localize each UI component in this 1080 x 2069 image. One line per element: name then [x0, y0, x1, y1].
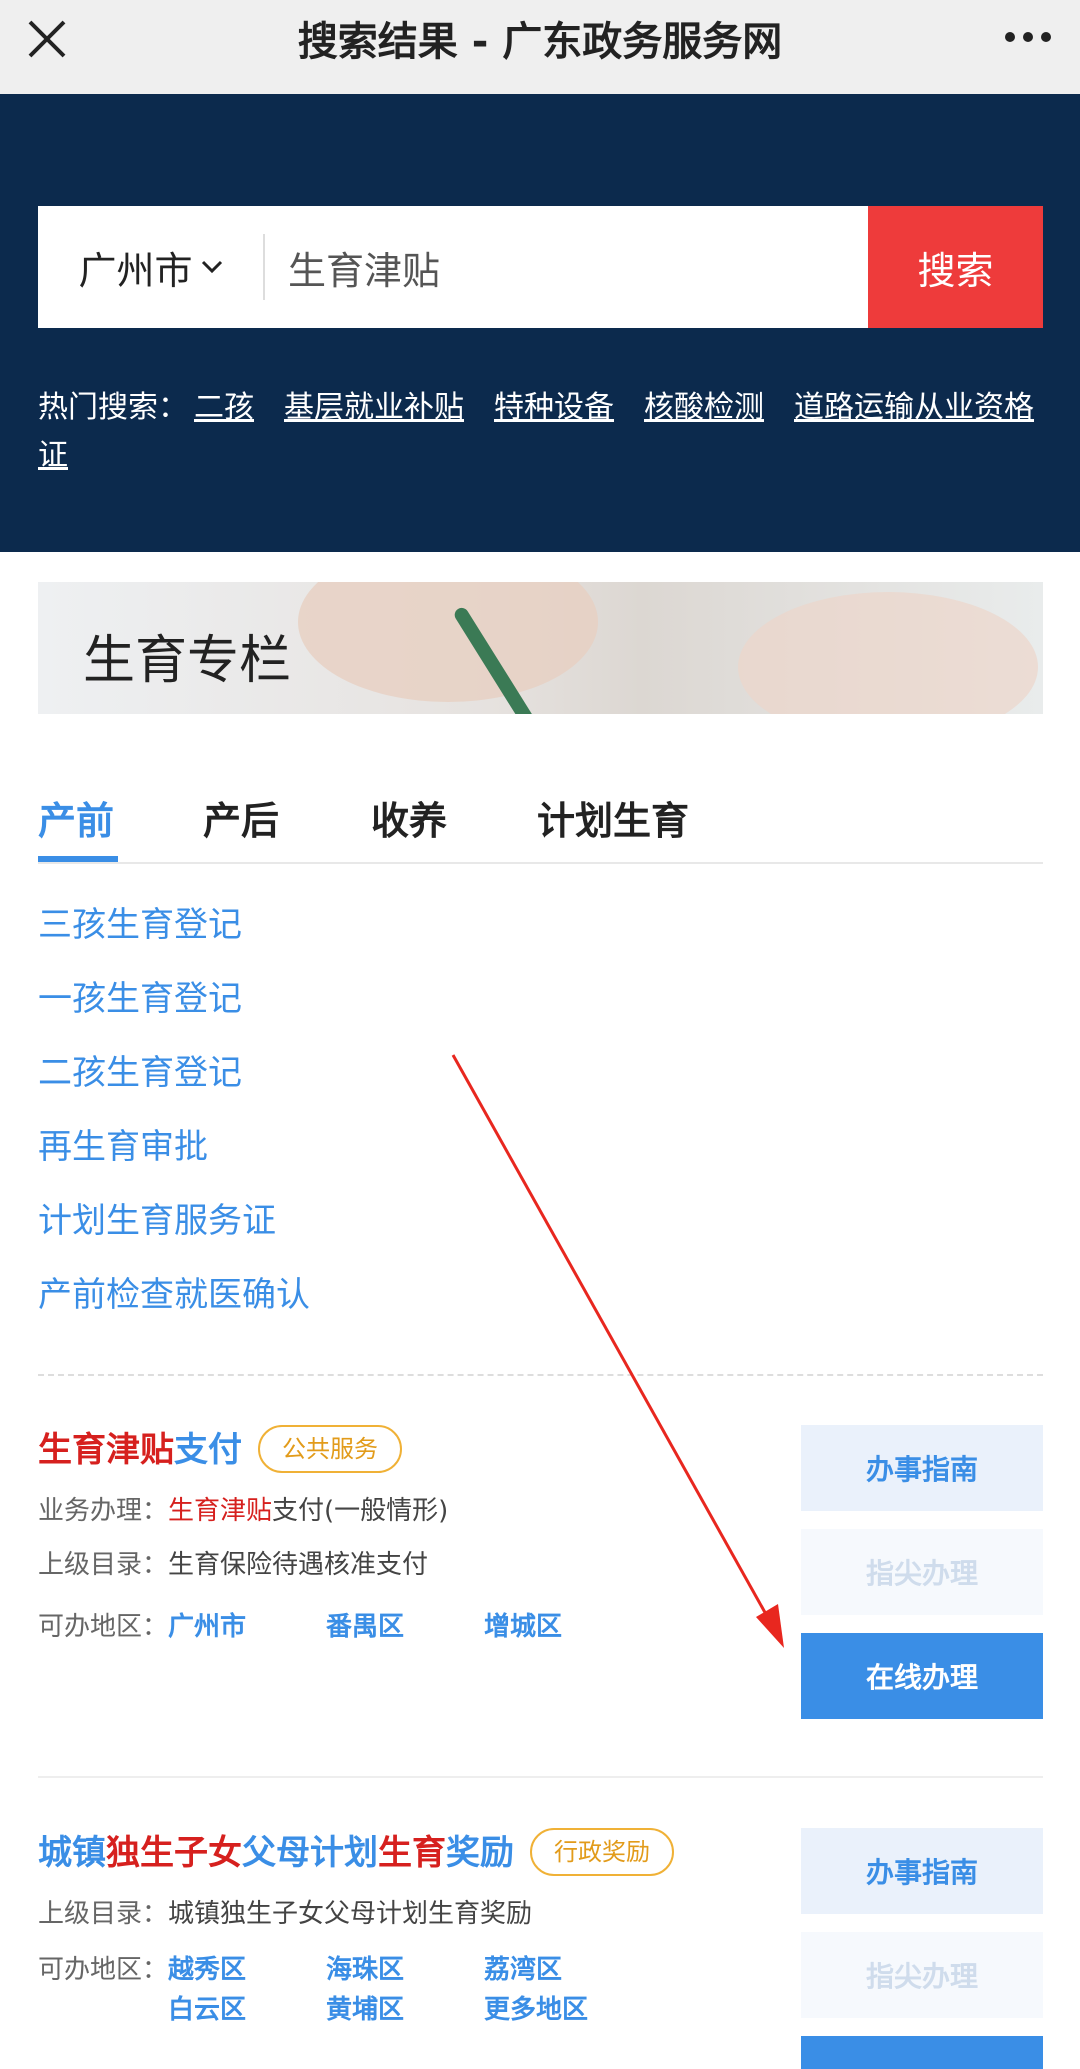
card-actions: 办事指南 指尖办理: [801, 1828, 1043, 2069]
category-badge: 行政奖励: [530, 1828, 674, 1876]
service-link[interactable]: 三孩生育登记: [38, 900, 310, 974]
more-areas-link[interactable]: 更多地区: [484, 1990, 642, 2030]
hot-search-link[interactable]: 基层就业补贴: [284, 390, 464, 425]
tab-bar: 产前 产后 收养 计划生育: [38, 790, 1043, 864]
area-link[interactable]: 增城区: [484, 1607, 642, 1647]
dashed-divider: [38, 1374, 1043, 1376]
guide-button[interactable]: 办事指南: [801, 1828, 1043, 1914]
service-link[interactable]: 计划生育服务证: [38, 1196, 310, 1270]
area-link[interactable]: 海珠区: [326, 1950, 484, 1990]
tab-adoption[interactable]: 收养: [371, 790, 447, 845]
banner-title: 生育专栏: [83, 631, 292, 691]
hot-search-link[interactable]: 二孩: [194, 390, 254, 425]
city-select[interactable]: 广州市: [38, 206, 263, 328]
chevron-down-icon: [201, 260, 222, 274]
more-icon[interactable]: [1002, 22, 1054, 52]
area-link[interactable]: 荔湾区: [484, 1950, 642, 1990]
tab-postnatal[interactable]: 产后: [203, 790, 279, 845]
search-input[interactable]: [288, 206, 888, 328]
online-handle-button[interactable]: 在线办理: [801, 1633, 1043, 1719]
hot-search-link[interactable]: 核酸检测: [644, 390, 764, 425]
city-label: 广州市: [78, 248, 193, 293]
tab-family-planning[interactable]: 计划生育: [537, 790, 689, 845]
area-link[interactable]: 越秀区: [168, 1950, 326, 1990]
service-link[interactable]: 一孩生育登记: [38, 974, 310, 1048]
banner-image: [738, 592, 1038, 714]
card-actions: 办事指南 指尖办理 在线办理: [801, 1425, 1043, 1737]
service-link[interactable]: 再生育审批: [38, 1122, 310, 1196]
mobile-handle-button[interactable]: 指尖办理: [801, 1932, 1043, 2018]
tab-indicator: [38, 856, 118, 862]
service-card: 城镇独生子女父母计划生育奖励 行政奖励 上级目录：城镇独生子女父母计划生育奖励 可…: [38, 1828, 1043, 2069]
search-hero: 广州市 搜索 热门搜索：二孩基层就业补贴特种设备核酸检测道路运输从业资格证: [0, 94, 1080, 552]
hot-search-label: 热门搜索：: [38, 390, 188, 425]
top-bar: 搜索结果 - 广东政务服务网: [0, 0, 1080, 94]
area-link[interactable]: 番禺区: [326, 1607, 484, 1647]
search-button[interactable]: 搜索: [868, 206, 1043, 328]
divider: [38, 1776, 1043, 1778]
banner-image: [298, 582, 598, 702]
hot-search-link[interactable]: 特种设备: [494, 390, 614, 425]
hot-searches: 热门搜索： 二孩 基层就业补贴 特种设备 核酸检测 道路运输从业资格证: [38, 384, 1048, 480]
search-box: 广州市 搜索: [38, 206, 1043, 328]
area-link[interactable]: 黄埔区: [326, 1990, 484, 2030]
area-link[interactable]: 白云区: [168, 1990, 326, 2030]
service-links: 三孩生育登记 一孩生育登记 二孩生育登记 再生育审批 计划生育服务证 产前检查就…: [38, 900, 310, 1344]
service-link[interactable]: 产前检查就医确认: [38, 1270, 310, 1344]
area-link[interactable]: 广州市: [168, 1607, 326, 1647]
guide-button[interactable]: 办事指南: [801, 1425, 1043, 1511]
tab-prenatal[interactable]: 产前: [38, 790, 114, 845]
service-card: 生育津贴支付 公共服务 业务办理：生育津贴支付(一般情形) 上级目录：生育保险待遇…: [38, 1425, 1043, 1719]
divider: [263, 234, 265, 300]
topic-banner[interactable]: 生育专栏: [38, 582, 1043, 714]
page-title: 搜索结果 - 广东政务服务网: [297, 19, 783, 65]
online-handle-button[interactable]: [801, 2036, 1043, 2069]
category-badge: 公共服务: [258, 1425, 402, 1473]
service-link[interactable]: 二孩生育登记: [38, 1048, 310, 1122]
mobile-handle-button[interactable]: 指尖办理: [801, 1529, 1043, 1615]
